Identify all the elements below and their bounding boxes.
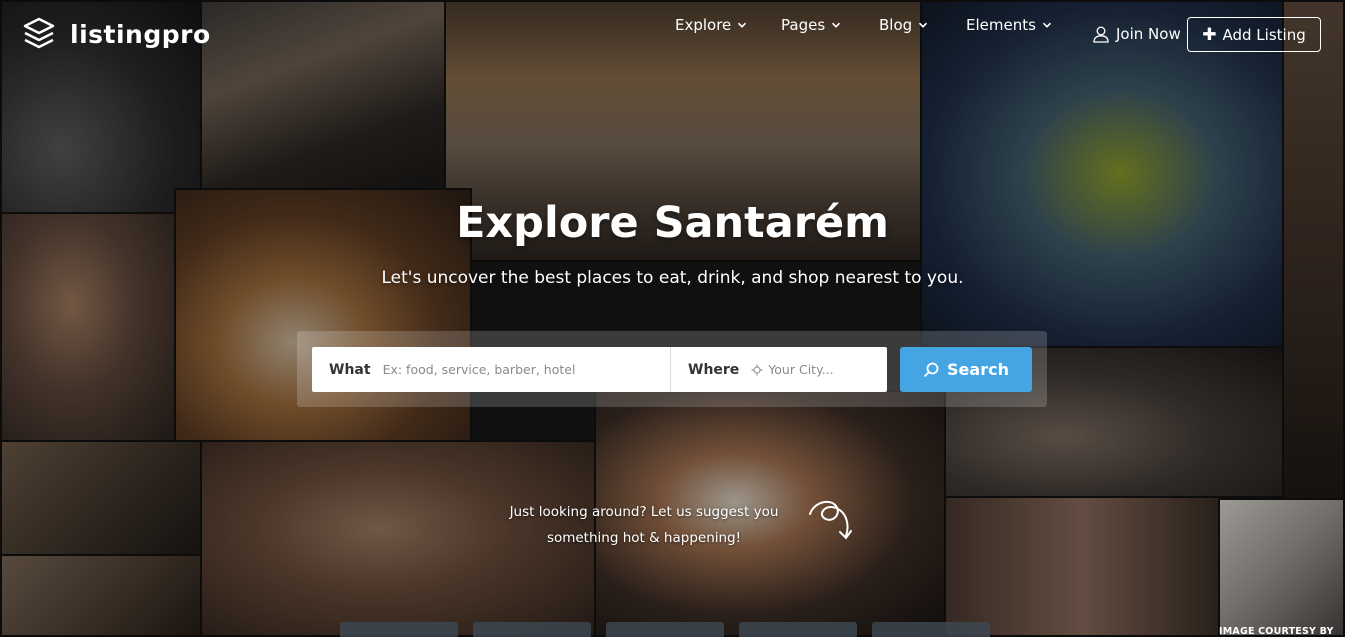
layers-logo-icon [23, 17, 55, 49]
suggestion-line-2: something hot & happening! [546, 530, 742, 546]
where-field[interactable]: Where [671, 347, 887, 392]
search-button-label: Search [947, 360, 1009, 379]
nav-item-label: Elements [966, 16, 1036, 34]
nav-item-pages[interactable]: Pages [781, 16, 841, 34]
join-now-label: Join Now [1116, 25, 1181, 43]
add-listing-button[interactable]: ✚ Add Listing [1187, 17, 1321, 52]
where-input[interactable] [768, 362, 887, 377]
photo-right-edge [1282, 0, 1345, 500]
where-label: Where [688, 361, 740, 378]
category-tab[interactable] [739, 622, 857, 637]
what-input[interactable] [382, 362, 670, 377]
chevron-down-icon [1042, 22, 1051, 28]
hero-subtitle: Let's uncover the best places to eat, dr… [381, 268, 964, 288]
nav-item-label: Blog [879, 16, 913, 34]
photo-cobblestone [0, 554, 202, 637]
join-now-link[interactable]: Join Now [1092, 25, 1181, 43]
site-header: listingpro Explore Pages Blog Elements J… [0, 0, 1345, 70]
suggestion-text: Just looking around? Let us suggest you … [494, 499, 794, 551]
category-tab[interactable] [473, 622, 591, 637]
site-logo[interactable]: listingpro [22, 16, 211, 52]
user-icon [1093, 26, 1109, 43]
photo-thumbs-up [1218, 498, 1345, 637]
nav-item-blog[interactable]: Blog [879, 16, 928, 34]
photo-bookstore [944, 496, 1220, 637]
plus-icon: ✚ [1202, 24, 1217, 45]
photo-walker [0, 440, 202, 556]
image-courtesy-label: IMAGE COURTESY BY [1219, 626, 1334, 637]
crosshair-icon[interactable] [751, 364, 763, 376]
chevron-down-icon [738, 22, 747, 28]
search-icon [923, 362, 939, 377]
suggestion-line-1: Just looking around? Let us suggest you [509, 504, 779, 520]
chevron-down-icon [832, 22, 841, 28]
chevron-down-icon [919, 22, 928, 28]
category-tab[interactable] [872, 622, 990, 637]
category-tab[interactable] [606, 622, 724, 637]
nav-item-label: Explore [675, 16, 732, 34]
search-form: What Where [312, 347, 887, 392]
add-listing-label: Add Listing [1222, 25, 1306, 44]
nav-item-explore[interactable]: Explore [675, 16, 747, 34]
curly-arrow-icon [809, 500, 852, 540]
hero-title: Explore Santarém [456, 198, 889, 248]
nav-item-label: Pages [781, 16, 826, 34]
brand-name: listingpro [70, 19, 211, 49]
category-tab[interactable] [340, 622, 458, 637]
nav-item-elements[interactable]: Elements [966, 16, 1052, 34]
what-label: What [329, 361, 371, 378]
search-button[interactable]: Search [900, 347, 1032, 392]
what-field[interactable]: What [312, 347, 671, 392]
